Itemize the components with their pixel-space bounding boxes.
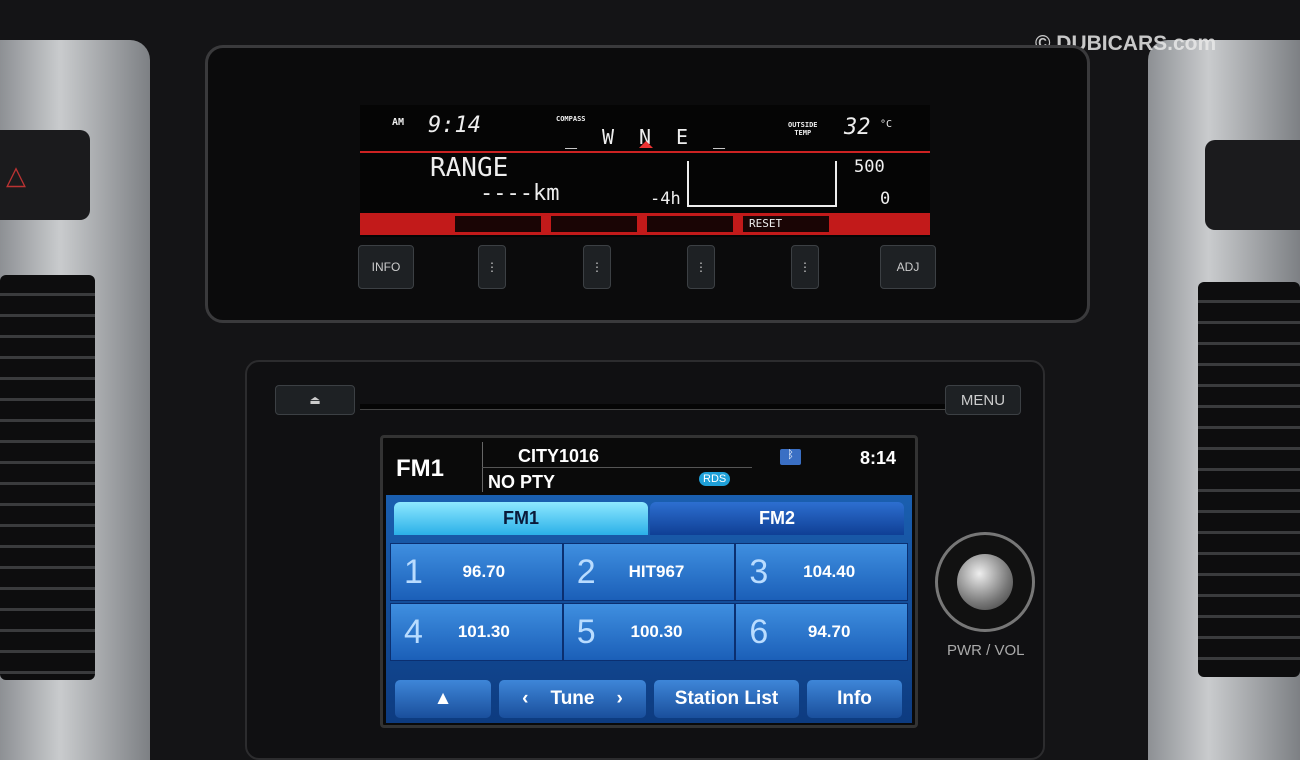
left-air-vent[interactable] [0, 275, 95, 680]
preset-grid: 1 96.70 2 HIT967 3 104.40 4 101.30 5 100.30 6… [390, 543, 908, 661]
compass-tick: _ [712, 125, 725, 149]
info-button[interactable]: Info [807, 680, 902, 718]
preset-frequency: 104.40 [803, 562, 856, 581]
pty-label: NO PTY [488, 472, 556, 492]
radio-clock: 8:14 [860, 448, 897, 468]
right-air-vent[interactable] [1198, 282, 1300, 677]
softkey-button-3[interactable]: ⋮ [687, 245, 715, 289]
preset-number: 5 [576, 612, 596, 651]
softkey-1 [455, 216, 541, 232]
graph-y-max: 500 [854, 157, 885, 177]
multi-info-display: AM 9:14 COMPASS _ W N E _ OUTSIDE TEMP 3… [360, 105, 930, 237]
preset-frequency: HIT967 [628, 562, 685, 581]
outside-label: OUTSIDE [788, 121, 818, 129]
hazard-button[interactable]: △ [0, 130, 90, 220]
graph-x-label: -4h [650, 189, 681, 209]
softkey-3 [647, 216, 733, 232]
softkey-2 [551, 216, 637, 232]
preset-1[interactable]: 1 96.70 [390, 543, 563, 601]
preset-frequency: 96.70 [462, 562, 506, 581]
preset-number: 2 [576, 552, 596, 591]
preset-number: 3 [749, 552, 769, 591]
outside-temp-label: OUTSIDE TEMP [788, 121, 818, 137]
station-name: CITY1016 [518, 446, 600, 466]
compass-w: W [601, 125, 615, 149]
tab-fm2[interactable]: FM2 [650, 502, 904, 535]
preset-6[interactable]: 6 94.70 [735, 603, 908, 661]
preset-frequency: 101.30 [457, 622, 510, 641]
temp-label: TEMP [794, 129, 812, 137]
softkey-button-1[interactable]: ⋮ [478, 245, 506, 289]
tune-button[interactable]: ‹ Tune › [499, 680, 646, 718]
hazard-icon: △ [6, 160, 26, 190]
compass-tick: _ [565, 125, 578, 149]
right-switch[interactable] [1205, 140, 1300, 230]
preset-number: 4 [404, 612, 423, 651]
station-list-button[interactable]: Station List [654, 680, 799, 718]
range-value: ----km [480, 181, 560, 206]
bluetooth-icon: ᛒ [780, 449, 801, 465]
tab-fm1[interactable]: FM1 [394, 502, 648, 535]
eject-button[interactable]: ⏏ [275, 385, 355, 415]
softkey-button-4[interactable]: ⋮ [791, 245, 819, 289]
adj-hard-button[interactable]: ADJ [880, 245, 936, 289]
cd-slot [360, 404, 945, 410]
info-hard-button[interactable]: INFO [358, 245, 414, 289]
rds-badge: RDS [699, 472, 731, 486]
compass-label: COMPASS [556, 115, 586, 123]
up-button[interactable]: ▲ [395, 680, 491, 718]
preset-3[interactable]: 3 104.40 [735, 543, 908, 601]
preset-5[interactable]: 5 100.30 [562, 603, 736, 661]
graph-y-min: 0 [880, 189, 891, 209]
preset-2[interactable]: 2 HIT967 [562, 543, 736, 601]
up-arrow-icon: ▲ [433, 688, 453, 709]
preset-frequency: 100.30 [630, 622, 683, 641]
preset-number: 6 [749, 612, 769, 651]
header-hline [482, 467, 752, 468]
menu-button[interactable]: MENU [945, 385, 1021, 415]
softkey-button-2[interactable]: ⋮ [583, 245, 611, 289]
lcd-clock: 9:14 [428, 113, 481, 138]
tune-label: Tune [550, 688, 595, 709]
preset-number: 1 [404, 552, 423, 591]
outside-temp: 32 [844, 115, 871, 140]
temp-unit: °C [880, 119, 893, 130]
pwr-vol-label: PWR / VOL [947, 642, 1025, 659]
preset-4[interactable]: 4 101.30 [390, 603, 563, 661]
tune-next-icon[interactable]: › [616, 688, 622, 710]
compass-e: E [675, 125, 688, 149]
range-label: RANGE [430, 153, 509, 183]
heading-marker-icon [639, 141, 653, 148]
softkey-bar: RESET [360, 213, 930, 235]
eject-icon: ⏏ [309, 393, 321, 407]
pwr-vol-knob[interactable] [935, 532, 1035, 632]
am-label: AM [392, 117, 405, 128]
tune-prev-icon[interactable]: ‹ [522, 688, 528, 710]
band-label: FM1 [396, 455, 444, 482]
range-history-graph [687, 161, 837, 207]
preset-frequency: 94.70 [807, 622, 851, 641]
softkey-reset: RESET [743, 216, 829, 232]
